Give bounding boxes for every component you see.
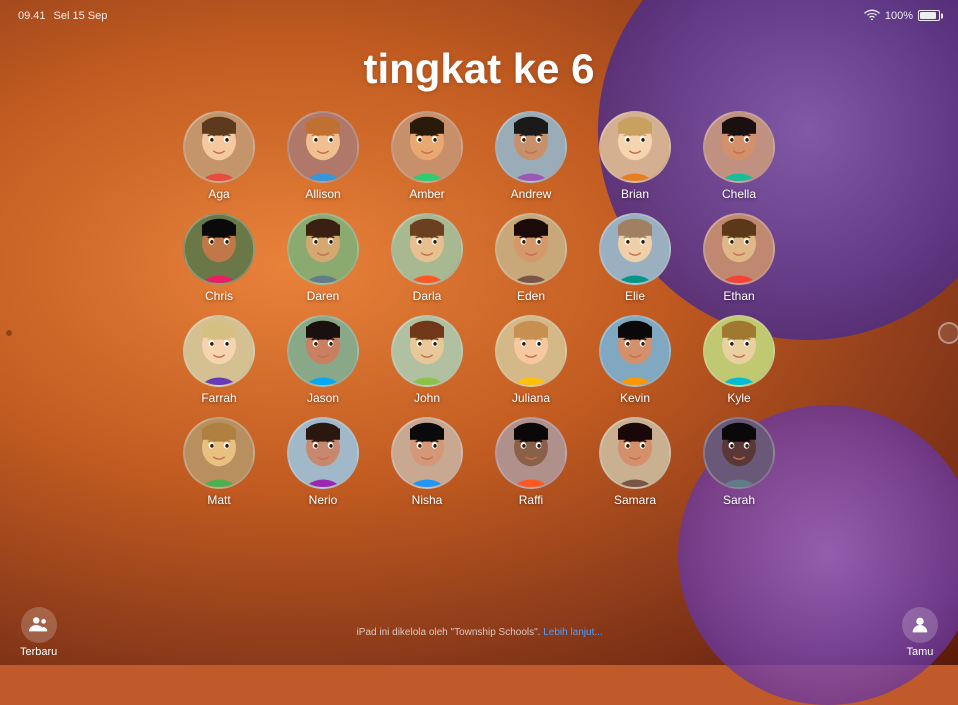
user-avatar-nerio <box>287 417 359 489</box>
user-avatar-kevin <box>599 315 671 387</box>
date-display: Sel 15 Sep <box>54 10 108 22</box>
user-item-samara[interactable]: Samara <box>590 417 680 507</box>
user-avatar-farrah <box>183 315 255 387</box>
user-avatar-chella <box>703 111 775 183</box>
user-label-jason: Jason <box>307 391 339 405</box>
user-item-nerio[interactable]: Nerio <box>278 417 368 507</box>
user-item-matt[interactable]: Matt <box>174 417 264 507</box>
user-item-allison[interactable]: Allison <box>278 111 368 201</box>
user-avatar-john <box>391 315 463 387</box>
user-item-amber[interactable]: Amber <box>382 111 472 201</box>
page-title: tingkat ke 6 <box>363 45 594 93</box>
main-content: tingkat ke 6 Aga <box>20 0 938 665</box>
user-avatar-samara <box>599 417 671 489</box>
user-label-kyle: Kyle <box>727 391 750 405</box>
user-label-daren: Daren <box>307 289 340 303</box>
user-item-aga[interactable]: Aga <box>174 111 264 201</box>
user-label-aga: Aga <box>208 187 229 201</box>
user-label-juliana: Juliana <box>512 391 550 405</box>
user-avatar-daren <box>287 213 359 285</box>
wifi-icon <box>864 8 880 23</box>
user-label-matt: Matt <box>207 493 230 507</box>
user-item-kyle[interactable]: Kyle <box>694 315 784 405</box>
status-bar: 09.41 Sel 15 Sep 100% <box>0 8 958 23</box>
user-avatar-brian <box>599 111 671 183</box>
user-item-juliana[interactable]: Juliana <box>486 315 576 405</box>
user-avatar-sarah <box>703 417 775 489</box>
bottom-bar: Terbaru iPad ini dikelola oleh "Township… <box>0 600 958 665</box>
user-item-andrew[interactable]: Andrew <box>486 111 576 201</box>
home-button[interactable] <box>938 322 958 344</box>
recent-icon <box>21 607 57 643</box>
user-label-raffi: Raffi <box>519 493 543 507</box>
managed-text: iPad ini dikelola oleh "Township Schools… <box>357 627 541 638</box>
user-label-andrew: Andrew <box>511 187 552 201</box>
user-item-elie[interactable]: Elie <box>590 213 680 303</box>
user-label-ethan: Ethan <box>723 289 754 303</box>
learn-more-link[interactable]: Lebih lanjut... <box>543 627 603 638</box>
user-label-sarah: Sarah <box>723 493 755 507</box>
user-avatar-raffi <box>495 417 567 489</box>
guest-icon <box>902 607 938 643</box>
user-avatar-chris <box>183 213 255 285</box>
user-avatar-ethan <box>703 213 775 285</box>
user-avatar-matt <box>183 417 255 489</box>
user-avatar-darla <box>391 213 463 285</box>
user-item-chella[interactable]: Chella <box>694 111 784 201</box>
user-grid: Aga Allison <box>174 111 784 507</box>
user-item-brian[interactable]: Brian <box>590 111 680 201</box>
user-item-sarah[interactable]: Sarah <box>694 417 784 507</box>
user-label-eden: Eden <box>517 289 545 303</box>
user-label-darla: Darla <box>413 289 442 303</box>
user-item-john[interactable]: John <box>382 315 472 405</box>
user-label-john: John <box>414 391 440 405</box>
status-left: 09.41 Sel 15 Sep <box>18 10 107 22</box>
user-item-daren[interactable]: Daren <box>278 213 368 303</box>
camera-dot <box>6 330 12 336</box>
user-item-jason[interactable]: Jason <box>278 315 368 405</box>
user-item-ethan[interactable]: Ethan <box>694 213 784 303</box>
user-avatar-andrew <box>495 111 567 183</box>
ipad-frame: 09.41 Sel 15 Sep 100% tingkat ke 6 <box>0 0 958 665</box>
user-item-nisha[interactable]: Nisha <box>382 417 472 507</box>
user-avatar-eden <box>495 213 567 285</box>
user-label-nerio: Nerio <box>309 493 338 507</box>
user-item-darla[interactable]: Darla <box>382 213 472 303</box>
user-label-amber: Amber <box>409 187 444 201</box>
recent-button[interactable]: Terbaru <box>20 607 57 658</box>
user-avatar-allison <box>287 111 359 183</box>
user-label-brian: Brian <box>621 187 649 201</box>
user-avatar-jason <box>287 315 359 387</box>
user-label-allison: Allison <box>305 187 340 201</box>
user-avatar-kyle <box>703 315 775 387</box>
user-avatar-elie <box>599 213 671 285</box>
user-item-raffi[interactable]: Raffi <box>486 417 576 507</box>
user-label-chella: Chella <box>722 187 756 201</box>
user-item-kevin[interactable]: Kevin <box>590 315 680 405</box>
guest-label: Tamu <box>907 646 934 658</box>
time-display: 09.41 <box>18 10 46 22</box>
user-label-nisha: Nisha <box>412 493 443 507</box>
battery-icon <box>918 10 940 21</box>
guest-button[interactable]: Tamu <box>902 607 938 658</box>
user-label-samara: Samara <box>614 493 656 507</box>
user-avatar-juliana <box>495 315 567 387</box>
user-avatar-aga <box>183 111 255 183</box>
user-avatar-amber <box>391 111 463 183</box>
user-label-farrah: Farrah <box>201 391 236 405</box>
user-label-elie: Elie <box>625 289 645 303</box>
user-avatar-nisha <box>391 417 463 489</box>
user-label-chris: Chris <box>205 289 233 303</box>
user-item-chris[interactable]: Chris <box>174 213 264 303</box>
battery-percent: 100% <box>885 10 913 22</box>
user-item-farrah[interactable]: Farrah <box>174 315 264 405</box>
managed-info: iPad ini dikelola oleh "Township Schools… <box>357 627 603 638</box>
recent-label: Terbaru <box>20 646 57 658</box>
status-right: 100% <box>864 8 940 23</box>
user-label-kevin: Kevin <box>620 391 650 405</box>
user-item-eden[interactable]: Eden <box>486 213 576 303</box>
